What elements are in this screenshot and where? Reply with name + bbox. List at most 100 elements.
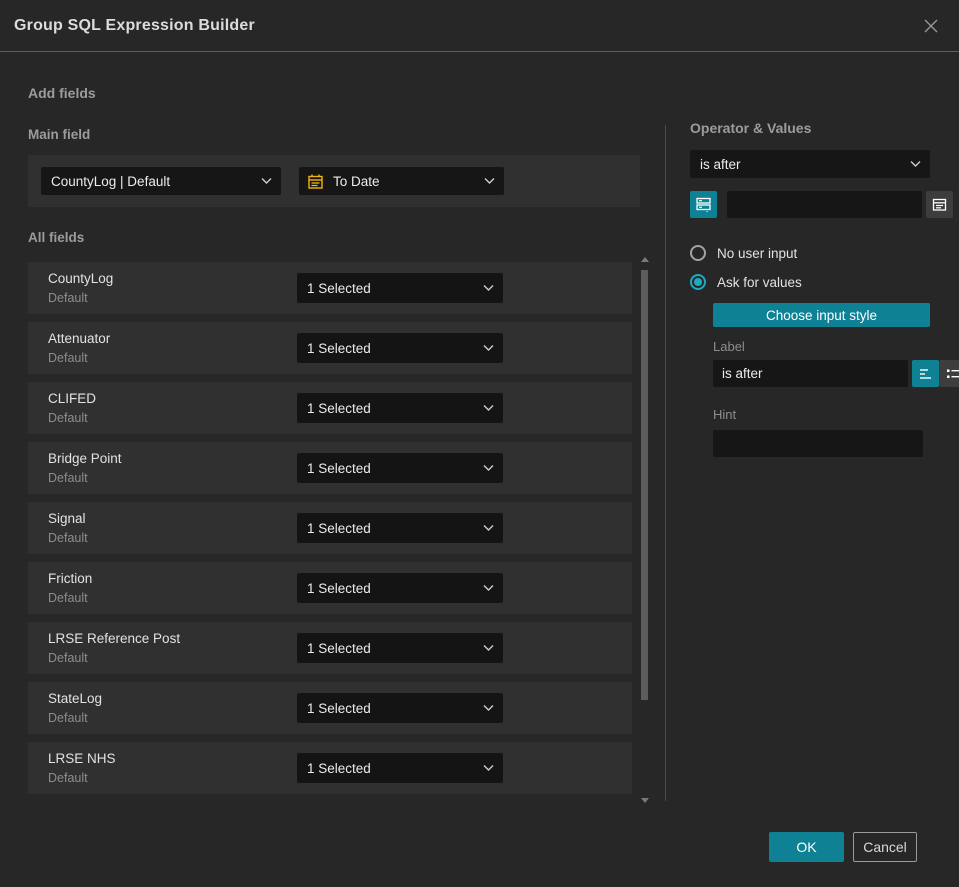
date-mode-dropdown[interactable]: To Date: [299, 167, 504, 195]
radio-ask-for-values-label: Ask for values: [717, 274, 802, 290]
field-selected-dropdown-label: 1 Selected: [307, 400, 371, 416]
field-selected-dropdown[interactable]: 1 Selected: [297, 453, 503, 483]
close-button[interactable]: [919, 14, 943, 38]
chevron-down-icon: [483, 765, 494, 772]
input-type-button[interactable]: [690, 191, 717, 218]
field-subtitle: Default: [48, 771, 88, 785]
chevron-down-icon: [483, 585, 494, 592]
chevron-down-icon: [483, 345, 494, 352]
hint-input[interactable]: [713, 430, 923, 457]
radio-selected-icon: [690, 274, 706, 290]
titlebar: Group SQL Expression Builder: [0, 0, 959, 52]
field-selected-dropdown-label: 1 Selected: [307, 280, 371, 296]
operator-dropdown-value: is after: [700, 156, 741, 172]
field-selected-dropdown[interactable]: 1 Selected: [297, 633, 503, 663]
align-left-icon: [918, 366, 934, 382]
main-field-label: Main field: [28, 127, 91, 142]
chevron-down-icon: [483, 525, 494, 532]
field-selected-dropdown-label: 1 Selected: [307, 580, 371, 596]
field-name: StateLog: [48, 691, 103, 706]
scrollbar-down-arrow[interactable]: [641, 798, 649, 803]
field-row: Bridge Point Default 1 Selected: [28, 442, 632, 494]
label-input-row: [713, 360, 959, 387]
chevron-down-icon: [483, 405, 494, 412]
field-name: LRSE Reference Post: [48, 631, 181, 646]
field-subtitle: Default: [48, 411, 88, 425]
choose-input-style-button[interactable]: Choose input style: [713, 303, 930, 327]
chevron-down-icon: [483, 705, 494, 712]
close-icon: [922, 17, 940, 35]
single-line-style-button[interactable]: [912, 360, 939, 387]
field-row: Signal Default 1 Selected: [28, 502, 632, 554]
date-picker-button[interactable]: [926, 191, 953, 218]
field-row: Attenuator Default 1 Selected: [28, 322, 632, 374]
vertical-divider: [665, 125, 666, 801]
calendar-icon: [931, 196, 948, 213]
calendar-icon: [307, 173, 324, 190]
all-fields-label: All fields: [28, 230, 85, 245]
field-row: Friction Default 1 Selected: [28, 562, 632, 614]
radio-no-user-input-label: No user input: [717, 245, 798, 261]
cancel-button[interactable]: Cancel: [853, 832, 917, 862]
field-subtitle: Default: [48, 351, 88, 365]
value-input-row: [690, 191, 953, 218]
main-field-row: CountyLog | Default To Date: [28, 155, 640, 207]
field-selected-dropdown[interactable]: 1 Selected: [297, 273, 503, 303]
operator-values-panel: Operator & Values is after No user input…: [690, 120, 959, 457]
scrollbar-up-arrow[interactable]: [641, 257, 649, 262]
field-selected-dropdown-label: 1 Selected: [307, 460, 371, 476]
chevron-down-icon: [483, 285, 494, 292]
chevron-down-icon: [483, 465, 494, 472]
list-icon: [945, 366, 959, 382]
field-subtitle: Default: [48, 711, 88, 725]
field-subtitle: Default: [48, 651, 88, 665]
field-row: CLIFED Default 1 Selected: [28, 382, 632, 434]
date-mode-dropdown-value: To Date: [333, 173, 380, 189]
main-field-dropdown[interactable]: CountyLog | Default: [41, 167, 281, 195]
field-selected-dropdown[interactable]: 1 Selected: [297, 513, 503, 543]
ok-button[interactable]: OK: [769, 832, 844, 862]
field-selected-dropdown-label: 1 Selected: [307, 520, 371, 536]
value-date-input[interactable]: [727, 191, 922, 218]
field-row: LRSE NHS Default 1 Selected: [28, 742, 632, 794]
main-field-dropdown-value: CountyLog | Default: [51, 173, 171, 189]
field-selected-dropdown[interactable]: 1 Selected: [297, 693, 503, 723]
radio-ask-for-values[interactable]: Ask for values: [690, 274, 930, 290]
field-selected-dropdown-label: 1 Selected: [307, 640, 371, 656]
field-selected-dropdown[interactable]: 1 Selected: [297, 573, 503, 603]
chevron-down-icon: [261, 178, 272, 185]
field-name: CountyLog: [48, 271, 114, 286]
fields-list-scrollbar: [640, 255, 651, 803]
field-selected-dropdown-label: 1 Selected: [307, 760, 371, 776]
field-selected-dropdown[interactable]: 1 Selected: [297, 393, 503, 423]
hint-caption: Hint: [713, 407, 737, 422]
radio-no-user-input[interactable]: No user input: [690, 245, 930, 261]
chevron-down-icon: [484, 178, 495, 185]
field-selected-dropdown-label: 1 Selected: [307, 340, 371, 356]
chevron-down-icon: [483, 645, 494, 652]
field-name: Bridge Point: [48, 451, 122, 466]
field-subtitle: Default: [48, 471, 88, 485]
field-name: Signal: [48, 511, 86, 526]
dialog-footer: OK Cancel: [769, 832, 917, 862]
stacked-rows-icon: [695, 196, 712, 213]
field-name: CLIFED: [48, 391, 97, 406]
group-sql-expression-builder-dialog: Group SQL Expression Builder Add fields …: [0, 0, 959, 887]
field-selected-dropdown[interactable]: 1 Selected: [297, 753, 503, 783]
radio-unselected-icon: [690, 245, 706, 261]
field-selected-dropdown-label: 1 Selected: [307, 700, 371, 716]
label-caption: Label: [713, 339, 745, 354]
field-name: Attenuator: [48, 331, 111, 346]
field-name: Friction: [48, 571, 93, 586]
field-subtitle: Default: [48, 591, 88, 605]
list-style-button[interactable]: [939, 360, 959, 387]
add-fields-section: Add fields Main field CountyLog | Defaul…: [28, 52, 640, 794]
operator-values-heading: Operator & Values: [690, 120, 812, 136]
dialog-title: Group SQL Expression Builder: [14, 16, 255, 34]
scrollbar-thumb[interactable]: [641, 270, 648, 700]
label-input[interactable]: [713, 360, 908, 387]
operator-dropdown[interactable]: is after: [690, 150, 930, 178]
field-selected-dropdown[interactable]: 1 Selected: [297, 333, 503, 363]
field-name: LRSE NHS: [48, 751, 116, 766]
field-row: StateLog Default 1 Selected: [28, 682, 632, 734]
